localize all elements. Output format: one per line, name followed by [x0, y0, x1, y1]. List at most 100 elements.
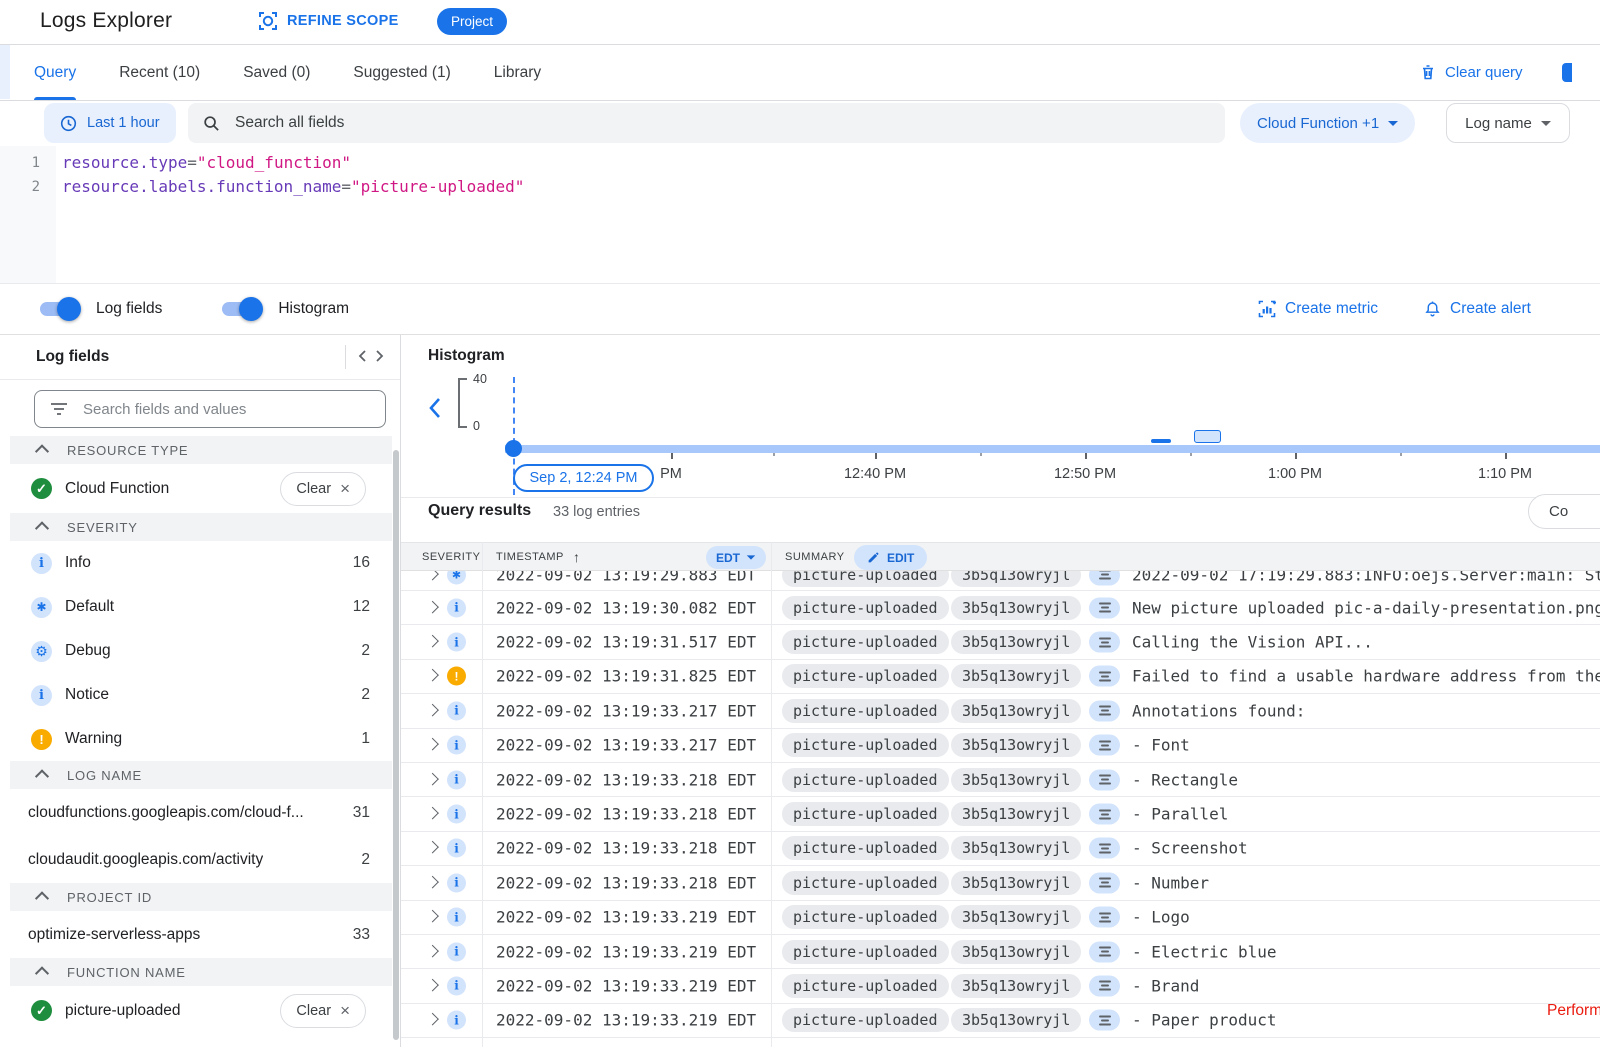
resource-filter-chip[interactable]: Cloud Function +1 [1240, 103, 1415, 143]
pan-left-icon[interactable] [428, 397, 442, 419]
log-fields-row[interactable]: Info 16 [0, 541, 400, 585]
log-fields-row[interactable]: Debug 2 [0, 629, 400, 673]
collapse-chevron-icon[interactable] [35, 966, 49, 980]
tab[interactable]: Query [34, 45, 76, 100]
function-name-chip[interactable]: picture-uploaded [782, 940, 949, 964]
expand-chevron-icon[interactable] [426, 704, 439, 717]
execution-id-chip[interactable]: 3b5q13owryjl [951, 733, 1081, 757]
log-fields-row[interactable]: FUNCTION NAME [10, 958, 392, 986]
function-name-chip[interactable]: picture-uploaded [782, 1008, 949, 1032]
function-name-chip[interactable]: picture-uploaded [782, 733, 949, 757]
collapse-chevron-icon[interactable] [35, 769, 49, 783]
expand-chevron-icon[interactable] [426, 910, 439, 923]
execution-id-chip[interactable]: 3b5q13owryjl [951, 596, 1081, 620]
expand-chevron-icon[interactable] [426, 738, 439, 751]
search-all-fields[interactable] [188, 103, 1225, 143]
expand-chevron-icon[interactable] [426, 944, 439, 957]
timeline-handle[interactable] [505, 440, 522, 457]
log-row[interactable]: 2022-09-02 13:19:31.825 EDT picture-uplo… [401, 660, 1600, 694]
log-row[interactable]: 2022-09-02 13:19:33.218 EDT picture-uplo… [401, 832, 1600, 866]
search-all-fields-input[interactable] [233, 113, 1210, 133]
tab[interactable]: Library [494, 45, 541, 100]
clear-query-button[interactable]: Clear query [1420, 45, 1523, 99]
execution-id-chip[interactable]: 3b5q13owryjl [951, 571, 1081, 587]
collapse-chevron-icon[interactable] [35, 521, 49, 535]
execution-id-chip[interactable]: 3b5q13owryjl [951, 1008, 1081, 1032]
log-row[interactable]: 2022-09-02 13:19:33.217 EDT picture-uplo… [401, 694, 1600, 728]
log-fields-row[interactable]: LOG NAME [10, 761, 392, 789]
log-fields-row[interactable]: RESOURCE TYPE [10, 436, 392, 464]
expand-chevron-icon[interactable] [426, 772, 439, 785]
log-row[interactable]: 2022-09-02 13:19:33.218 EDT picture-uplo… [401, 797, 1600, 831]
query-line[interactable]: 1 resource.type="cloud_function" [0, 151, 1600, 175]
log-fields-row[interactable]: PROJECT ID [10, 883, 392, 911]
sort-ascending-icon[interactable]: ↑ [573, 549, 580, 565]
function-name-chip[interactable]: picture-uploaded [782, 630, 949, 654]
execution-id-chip[interactable]: 3b5q13owryjl [951, 871, 1081, 895]
function-name-chip[interactable]: picture-uploaded [782, 571, 949, 587]
log-fields-row[interactable]: Warning 1 [0, 717, 400, 761]
log-fields-toggle[interactable] [40, 302, 78, 316]
expand-chevron-icon[interactable] [426, 876, 439, 889]
log-row[interactable]: 2022-09-02 13:19:30.082 EDT picture-uplo… [401, 591, 1600, 625]
log-row[interactable]: 2022-09-02 13:19:33.218 EDT picture-uplo… [401, 866, 1600, 900]
execution-id-chip[interactable]: 3b5q13owryjl [951, 905, 1081, 929]
function-name-chip[interactable]: picture-uploaded [782, 699, 949, 723]
histogram-toggle[interactable] [222, 302, 260, 316]
scope-badge[interactable]: Project [437, 8, 507, 35]
execution-id-chip[interactable]: 3b5q13owryjl [951, 940, 1081, 964]
query-line[interactable]: 2 resource.labels.function_name="picture… [0, 175, 1600, 199]
log-row[interactable]: 2022-09-02 13:19:33.219 EDT picture-uplo… [401, 901, 1600, 935]
tab[interactable]: Saved (0) [243, 45, 310, 100]
expand-chevron-icon[interactable] [426, 635, 439, 648]
execution-id-chip[interactable]: 3b5q13owryjl [951, 974, 1081, 998]
clipped-corner-button[interactable]: Co [1528, 494, 1600, 529]
function-name-chip[interactable]: picture-uploaded [782, 974, 949, 998]
log-row[interactable]: 2022-09-02 13:19:31.517 EDT picture-uplo… [401, 625, 1600, 659]
edit-summary-button[interactable]: EDIT [854, 545, 927, 570]
create-metric-button[interactable]: Create metric [1258, 300, 1378, 318]
function-name-chip[interactable]: picture-uploaded [782, 596, 949, 620]
execution-id-chip[interactable]: 3b5q13owryjl [951, 699, 1081, 723]
log-name-dropdown[interactable]: Log name [1446, 103, 1570, 143]
timezone-dropdown[interactable]: EDT [706, 546, 766, 569]
execution-id-chip[interactable]: 3b5q13owryjl [951, 836, 1081, 860]
fields-search-box[interactable] [34, 390, 386, 428]
time-range-chip[interactable]: Last 1 hour [44, 103, 176, 143]
collapse-chevron-icon[interactable] [35, 444, 49, 458]
log-fields-row[interactable]: picture-uploaded Clear× [0, 986, 400, 1035]
timeline-selection-label[interactable]: Sep 2, 12:24 PM [513, 464, 654, 492]
function-name-chip[interactable]: picture-uploaded [782, 871, 949, 895]
refine-scope-button[interactable]: REFINE SCOPE [258, 11, 399, 31]
expand-chevron-icon[interactable] [426, 807, 439, 820]
tab[interactable]: Suggested (1) [353, 45, 450, 100]
query-editor[interactable]: 1 resource.type="cloud_function" 2 resou… [0, 146, 1600, 284]
column-timestamp[interactable]: TIMESTAMP [496, 551, 564, 563]
log-row[interactable]: 2022-09-02 13:19:33.219 EDT picture-uplo… [401, 969, 1600, 1003]
log-fields-row[interactable]: optimize-serverless-apps 33 [0, 911, 400, 958]
log-row[interactable]: 2022-09-02 13:19:33.219 EDT picture-uplo… [401, 1004, 1600, 1038]
log-fields-row[interactable]: Default 12 [0, 585, 400, 629]
log-fields-row[interactable]: Cloud Function Clear× [0, 464, 400, 513]
create-alert-button[interactable]: Create alert [1424, 300, 1531, 318]
function-name-chip[interactable]: picture-uploaded [782, 664, 949, 688]
log-row[interactable]: 2022-09-02 13:19:33.217 EDT picture-uplo… [401, 729, 1600, 763]
expand-chevron-icon[interactable] [426, 600, 439, 613]
expand-chevron-icon[interactable] [426, 841, 439, 854]
function-name-chip[interactable]: picture-uploaded [782, 802, 949, 826]
clear-filter-button[interactable]: Clear× [280, 994, 366, 1028]
expand-chevron-icon[interactable] [426, 1013, 439, 1026]
log-row[interactable]: 2022-09-02 13:19:29.883 EDT picture-uplo… [401, 571, 1600, 591]
execution-id-chip[interactable]: 3b5q13owryjl [951, 802, 1081, 826]
log-fields-row[interactable]: cloudaudit.googleapis.com/activity 2 [0, 836, 400, 883]
expand-chevron-icon[interactable] [426, 979, 439, 992]
execution-id-chip[interactable]: 3b5q13owryjl [951, 664, 1081, 688]
function-name-chip[interactable]: picture-uploaded [782, 768, 949, 792]
clipped-action-button[interactable] [1562, 63, 1572, 82]
expand-chevron-icon[interactable] [426, 571, 439, 580]
collapse-chevron-icon[interactable] [35, 891, 49, 905]
execution-id-chip[interactable]: 3b5q13owryjl [951, 630, 1081, 654]
tab[interactable]: Recent (10) [119, 45, 200, 100]
expand-chevron-icon[interactable] [426, 669, 439, 682]
log-row[interactable]: 2022-09-02 13:19:33.219 EDT picture-uplo… [401, 935, 1600, 969]
